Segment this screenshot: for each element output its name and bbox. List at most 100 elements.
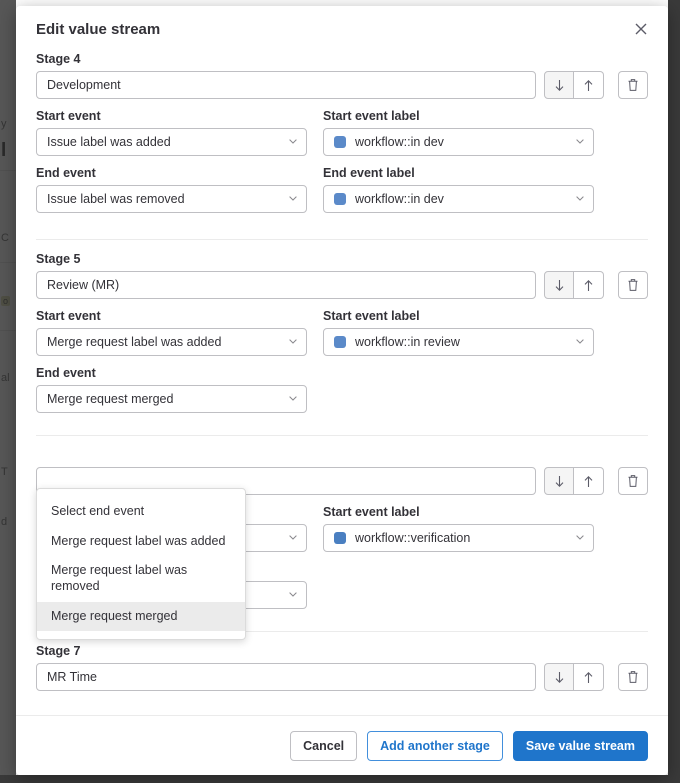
move-down-icon[interactable] xyxy=(544,271,574,299)
chevron-down-icon xyxy=(289,396,297,401)
stage-name-input[interactable] xyxy=(36,663,536,691)
chevron-down-icon xyxy=(289,139,297,144)
move-up-icon[interactable] xyxy=(574,467,604,495)
dropdown-option[interactable]: Merge request label was removed xyxy=(37,556,245,601)
delete-stage-trash-icon[interactable] xyxy=(618,663,648,691)
stage-block-5: Stage 5 S xyxy=(36,252,648,413)
start-event-col: Start event Issue label was added xyxy=(36,109,307,156)
stage-name-input[interactable] xyxy=(36,71,536,99)
chevron-down-icon xyxy=(576,339,584,344)
stage-reorder-group xyxy=(544,663,604,691)
end-event-col: End event Merge request merged xyxy=(36,366,307,413)
start-event-label-value: workflow::verification xyxy=(355,531,471,545)
delete-stage-trash-icon[interactable] xyxy=(618,271,648,299)
end-event-label-col: End event label workflow::in dev xyxy=(323,166,594,213)
modal-overlay-left xyxy=(0,0,16,783)
end-event-select[interactable]: Merge request merged xyxy=(36,385,307,413)
move-up-icon[interactable] xyxy=(574,71,604,99)
stage-block-4: Stage 4 S xyxy=(36,52,648,213)
stage-name-row xyxy=(36,71,648,99)
move-up-icon[interactable] xyxy=(574,663,604,691)
start-event-label-select[interactable]: workflow::verification xyxy=(323,524,594,552)
start-event-label-select[interactable]: workflow::in dev xyxy=(323,128,594,156)
stage-end-events-row: End event Issue label was removed End ev… xyxy=(36,166,648,213)
stage-heading: Stage 7 xyxy=(36,644,81,658)
start-event-label-select-wrap: workflow::verification xyxy=(323,524,594,552)
end-event-dropdown-menu[interactable]: Select end event Merge request label was… xyxy=(36,488,246,641)
delete-stage-trash-icon[interactable] xyxy=(618,71,648,99)
start-event-select[interactable]: Merge request label was added xyxy=(36,328,307,356)
stage-reorder-group xyxy=(544,271,604,299)
modal-overlay-bottom xyxy=(0,775,680,783)
start-event-value: Issue label was added xyxy=(47,135,171,149)
cancel-button[interactable]: Cancel xyxy=(290,730,358,761)
start-event-select-wrap: Issue label was added xyxy=(36,128,307,156)
start-event-select-wrap: Merge request label was added xyxy=(36,328,307,356)
start-event-select[interactable]: Issue label was added xyxy=(36,128,307,156)
stage-heading: Stage 5 xyxy=(36,252,81,266)
modal-body: Stage 4 S xyxy=(16,52,668,715)
stage-divider xyxy=(36,435,648,436)
start-event-label-col: Start event label workflow::in review xyxy=(323,309,594,356)
start-event-label-select[interactable]: workflow::in review xyxy=(323,328,594,356)
end-event-value: Merge request merged xyxy=(47,392,174,406)
stage-name-row xyxy=(36,271,648,299)
start-event-label-col: Start event label workflow::in dev xyxy=(323,109,594,156)
start-event-label-value: workflow::in review xyxy=(355,335,460,349)
move-down-icon[interactable] xyxy=(544,71,574,99)
start-event-label-value: workflow::in dev xyxy=(355,135,444,149)
chevron-down-icon xyxy=(289,196,297,201)
dropdown-option[interactable]: Merge request label was added xyxy=(37,527,245,557)
start-event-label-text: Start event xyxy=(36,309,101,323)
end-event-select-wrap: Merge request merged xyxy=(36,385,307,413)
modal-overlay-right xyxy=(668,0,680,783)
modal-header: Edit value stream xyxy=(16,6,668,52)
chevron-down-icon xyxy=(289,535,297,540)
start-event-label-caption: Start event label xyxy=(323,505,420,519)
end-event-col: End event Issue label was removed xyxy=(36,166,307,213)
chevron-down-icon xyxy=(576,535,584,540)
label-color-swatch xyxy=(334,336,346,348)
chevron-down-icon xyxy=(289,592,297,597)
label-color-swatch xyxy=(334,136,346,148)
dropdown-option-selected[interactable]: Merge request merged xyxy=(37,601,245,632)
end-event-label-text: End event xyxy=(36,366,96,380)
end-event-label-select[interactable]: workflow::in dev xyxy=(323,185,594,213)
stage-reorder-group xyxy=(544,467,604,495)
start-event-label-select-wrap: workflow::in review xyxy=(323,328,594,356)
stage-name-row xyxy=(36,663,648,691)
delete-stage-trash-icon[interactable] xyxy=(618,467,648,495)
add-another-stage-button[interactable]: Add another stage xyxy=(367,730,503,761)
stage-divider xyxy=(36,239,648,240)
stage-name-input[interactable] xyxy=(36,271,536,299)
chevron-down-icon xyxy=(576,196,584,201)
start-event-label-text: Start event xyxy=(36,109,101,123)
save-value-stream-button[interactable]: Save value stream xyxy=(512,730,648,761)
move-down-icon[interactable] xyxy=(544,467,574,495)
stage-block-7: Stage 7 xyxy=(36,644,648,691)
move-down-icon[interactable] xyxy=(544,663,574,691)
close-icon[interactable] xyxy=(630,18,652,40)
edit-value-stream-modal: Edit value stream Stage 4 Development St… xyxy=(16,6,668,775)
end-event-label-select-wrap: workflow::in dev xyxy=(323,185,594,213)
start-event-col: Start event Merge request label was adde… xyxy=(36,309,307,356)
stage-end-events-row: End event Merge request merged xyxy=(36,366,648,413)
end-event-select[interactable]: Issue label was removed xyxy=(36,185,307,213)
end-event-label-value: workflow::in dev xyxy=(355,192,444,206)
label-color-swatch xyxy=(334,193,346,205)
label-color-swatch xyxy=(334,532,346,544)
end-event-label-text: End event xyxy=(36,166,96,180)
stage-events-row: Start event Merge request label was adde… xyxy=(36,309,648,356)
stage-reorder-group xyxy=(544,71,604,99)
end-event-label-col xyxy=(323,366,594,413)
chevron-down-icon xyxy=(289,339,297,344)
move-up-icon[interactable] xyxy=(574,271,604,299)
stage-heading: Stage 4 xyxy=(36,52,81,66)
end-event-label-caption: End event label xyxy=(323,166,415,180)
chevron-down-icon xyxy=(576,139,584,144)
end-event-label-col xyxy=(323,562,594,609)
dropdown-option[interactable]: Select end event xyxy=(37,497,245,527)
page-title: Edit value stream xyxy=(36,20,161,38)
start-event-label-caption: Start event label xyxy=(323,309,420,323)
start-event-label-caption: Start event label xyxy=(323,109,420,123)
